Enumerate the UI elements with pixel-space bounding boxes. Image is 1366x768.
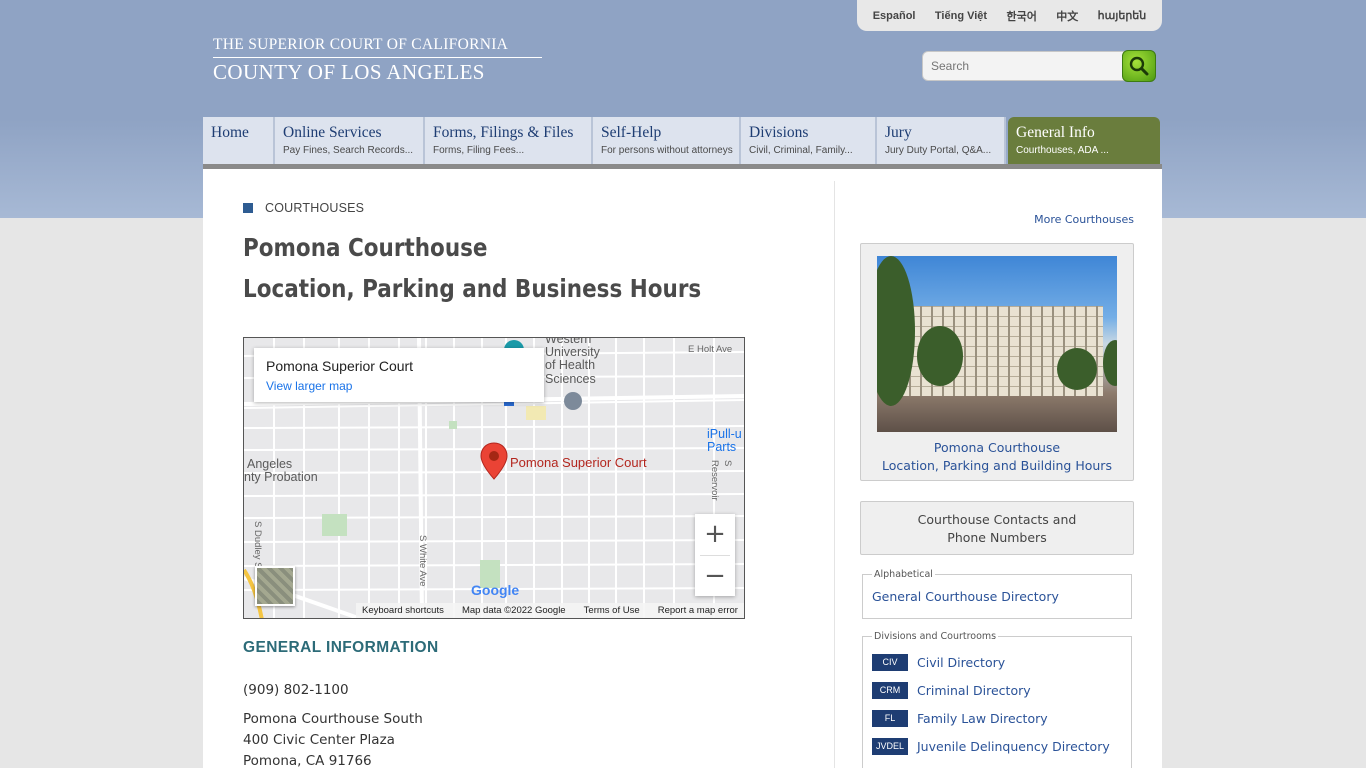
terms-of-use-link[interactable]: Terms of Use [584, 605, 640, 616]
tree-shape [1057, 348, 1097, 390]
directory-row-family[interactable]: FL Family Law Directory [872, 704, 1122, 732]
map-label-reservoir: S Reservoir [709, 460, 733, 501]
map-zoom-controls: + − [695, 514, 735, 596]
civ-badge: CIV [872, 653, 908, 671]
map-label-white: S White Ave [417, 535, 428, 587]
map-data-credit: Map data ©2022 Google [461, 605, 566, 616]
lang-armenian[interactable]: հայերեն [1098, 9, 1147, 22]
embedded-map[interactable]: Western University of Health Sciences E … [243, 337, 745, 619]
lang-korean[interactable]: 한국어 [1006, 8, 1036, 24]
courthouse-street: 400 Civic Center Plaza [243, 732, 395, 748]
divisions-group: Divisions and Courtrooms CIV Civil Direc… [862, 631, 1132, 768]
map-info-card: Pomona Superior Court View larger map [254, 348, 544, 402]
family-law-directory-link[interactable]: Family Law Directory [917, 711, 1048, 726]
courthouse-photo-card[interactable]: Pomona Courthouse Location, Parking and … [860, 243, 1134, 481]
courthouse-name: Pomona Courthouse South [243, 711, 423, 727]
satellite-toggle[interactable] [255, 566, 295, 606]
divisions-legend: Divisions and Courtrooms [874, 631, 997, 642]
zoom-out-button[interactable]: − [695, 555, 735, 596]
search-button[interactable] [1122, 50, 1156, 82]
zoom-in-button[interactable]: + [695, 514, 735, 555]
juvenile-delinquency-directory-link[interactable]: Juvenile Delinquency Directory [917, 739, 1110, 754]
criminal-directory-link[interactable]: Criminal Directory [917, 683, 1031, 698]
directory-row-civil[interactable]: CIV Civil Directory [872, 648, 1122, 676]
google-logo: Google [471, 582, 520, 598]
report-map-error-link[interactable]: Report a map error [658, 605, 738, 616]
nav-online-services[interactable]: Online Services Pay Fines, Search Record… [275, 117, 425, 164]
general-info-heading: GENERAL INFORMATION [243, 639, 439, 656]
map-label-health: of Health [545, 358, 596, 372]
site-logo[interactable]: THE SUPERIOR COURT OF CALIFORNIA COUNTY … [213, 36, 542, 85]
search-input[interactable] [922, 51, 1132, 81]
alphabetical-group: Alphabetical General Courthouse Director… [862, 569, 1132, 619]
more-courthouses-link[interactable]: More Courthouses [1034, 213, 1134, 226]
civil-directory-link[interactable]: Civil Directory [917, 655, 1005, 670]
map-label-parts: Parts [707, 440, 737, 454]
map-label-dudley: S Dudley St [252, 521, 263, 572]
tree-shape [917, 326, 963, 386]
language-bar: Español Tiếng Việt 한국어 中文 հայերեն [857, 0, 1162, 31]
fl-badge: FL [872, 709, 908, 727]
page-title: Pomona Courthouse Location, Parking and … [243, 233, 702, 303]
nav-divisions[interactable]: Divisions Civil, Criminal, Family... [741, 117, 877, 164]
courthouse-contacts-button[interactable]: Courthouse Contacts and Phone Numbers [860, 501, 1134, 555]
column-divider [834, 181, 835, 768]
jvdel-badge: JVDEL [872, 737, 908, 755]
directory-row-criminal[interactable]: CRM Criminal Directory [872, 676, 1122, 704]
crm-badge: CRM [872, 681, 908, 699]
content-area: COURTHOUSES Pomona Courthouse Location, … [203, 169, 1162, 768]
nav-general-info[interactable]: General Info Courthouses, ADA ... [1008, 117, 1160, 164]
lang-chinese[interactable]: 中文 [1056, 8, 1078, 24]
nav-jury[interactable]: Jury Jury Duty Portal, Q&A... [877, 117, 1006, 164]
logo-line-2: COUNTY OF LOS ANGELES [213, 60, 485, 84]
map-label-probation: nty Probation [244, 470, 318, 484]
section-label: COURTHOUSES [243, 201, 364, 215]
alphabetical-legend: Alphabetical [874, 569, 933, 580]
map-pin-label: Pomona Superior Court [510, 455, 647, 470]
search-box [922, 50, 1156, 82]
map-footer: Keyboard shortcuts Map data ©2022 Google… [356, 603, 744, 618]
logo-line-1: THE SUPERIOR COURT OF CALIFORNIA [213, 36, 542, 58]
nav-home[interactable]: Home [203, 117, 275, 164]
nav-self-help[interactable]: Self-Help For persons without attorneys [593, 117, 741, 164]
main-nav: Home Online Services Pay Fines, Search R… [203, 117, 1162, 169]
tree-shape [1103, 340, 1117, 386]
map-label-holt: E Holt Ave [688, 344, 733, 355]
photo-caption[interactable]: Pomona Courthouse Location, Parking and … [861, 439, 1133, 475]
courthouse-city: Pomona, CA 91766 [243, 753, 372, 768]
general-directory-link[interactable]: General Courthouse Directory [872, 589, 1059, 604]
map-label-sciences: Sciences [545, 372, 596, 386]
directory-row-juvenile[interactable]: JVDEL Juvenile Delinquency Directory [872, 732, 1122, 760]
courthouse-phone[interactable]: (909) 802-1100 [243, 682, 349, 698]
keyboard-shortcuts-link[interactable]: Keyboard shortcuts [362, 605, 444, 616]
nav-forms-filings[interactable]: Forms, Filings & Files Forms, Filing Fee… [425, 117, 593, 164]
map-pin-icon[interactable] [480, 442, 508, 480]
lang-vietnamese[interactable]: Tiếng Việt [935, 10, 987, 22]
courthouse-photo [877, 256, 1117, 432]
map-place-name: Pomona Superior Court [266, 358, 414, 374]
view-larger-map-link[interactable]: View larger map [266, 379, 532, 393]
search-icon [1129, 56, 1149, 76]
section-square-icon [243, 203, 253, 213]
lang-espanol[interactable]: Español [873, 10, 916, 22]
